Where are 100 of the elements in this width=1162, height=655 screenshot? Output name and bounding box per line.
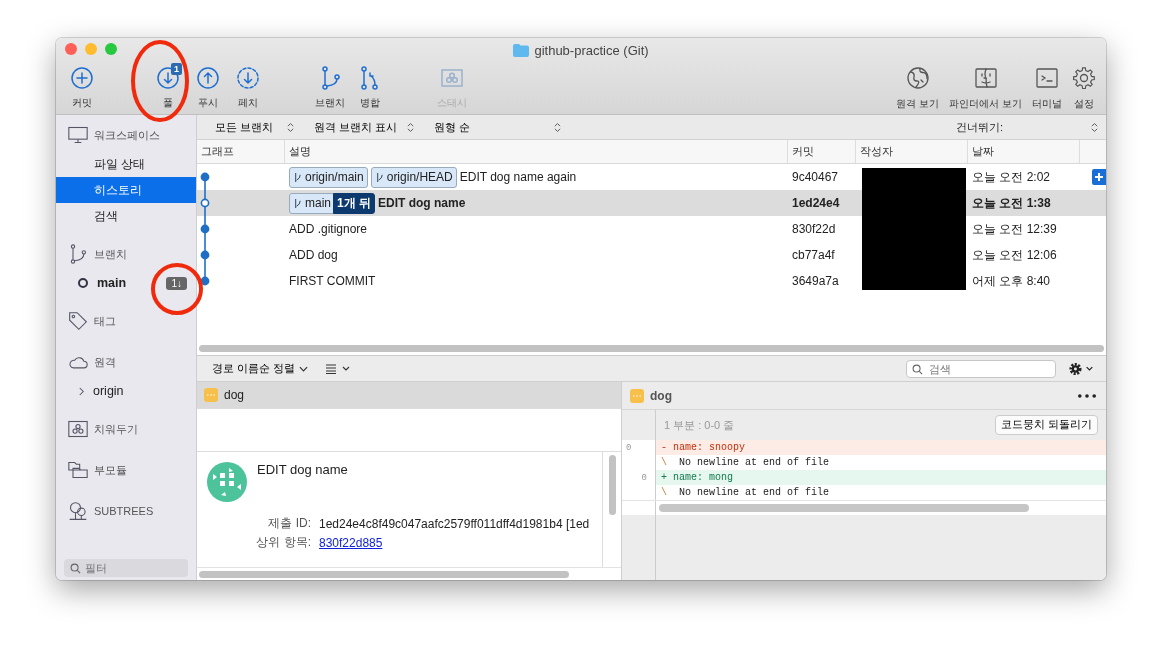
behind-badge: 1개 뒤 (333, 192, 376, 214)
search-icon (912, 363, 923, 375)
diff-file-name: dog (650, 388, 672, 403)
commit-message: FIRST COMMIT (289, 274, 376, 288)
toolbar-button[interactable]: 터미널 (1030, 66, 1064, 111)
list-view-dropdown[interactable] (325, 363, 352, 374)
commit-row[interactable]: FIRST COMMIT 3649a7a 어제 오후 8:40 (197, 268, 1106, 294)
window-title: github-practice (Git) (534, 42, 649, 58)
sidebar-item[interactable]: 파일 상태 (56, 151, 196, 177)
branch-icon (293, 171, 302, 183)
commit-message: ADD dog (289, 248, 338, 262)
folders-icon (67, 460, 89, 480)
modified-icon (630, 388, 644, 403)
filter-dropdown[interactable]: 모든 브랜치 (215, 119, 295, 135)
branch-tag: origin/HEAD (370, 166, 457, 188)
toolbar-button[interactable]: 설정 (1070, 66, 1098, 111)
branch-icon (293, 197, 302, 209)
minimize-button[interactable] (85, 43, 97, 55)
settings-icon (1072, 66, 1096, 90)
revert-hunk-button[interactable]: 코드뭉치 되돌리기 (995, 415, 1098, 435)
toolbar-button[interactable]: 원격 보기 (894, 66, 942, 111)
commit-date: 오늘 오전 12:06 (972, 246, 1057, 264)
toolbar-button[interactable]: 커밋 (62, 66, 102, 110)
horizontal-scrollbar[interactable] (199, 570, 569, 578)
behind-badge: 1↓ (166, 276, 187, 290)
toolbar-button[interactable]: 푸시 (188, 66, 228, 110)
settings-icon[interactable] (1068, 360, 1096, 377)
commit-date: 오늘 오전 2:02 (972, 168, 1051, 186)
commit-hash: cb77a4f (792, 248, 835, 262)
count-badge: 1 (171, 63, 182, 75)
section-label: 부모듈 (94, 462, 127, 478)
sort-dropdown[interactable]: 경로 이름순 정렬 (212, 361, 308, 376)
commit-hash: 830f22d (792, 222, 836, 236)
annotation-circle (150, 262, 204, 316)
column-header[interactable]: 그래프 (197, 140, 285, 163)
toolbar-button[interactable]: 페치 (228, 66, 268, 110)
field-label: 상위 항목: (255, 534, 311, 551)
field-label: 제출 ID: (267, 515, 311, 532)
toolbar-button[interactable]: 브랜치 (310, 66, 350, 110)
filter-dropdown[interactable]: 원형 순 (434, 119, 562, 135)
vertical-scrollbar[interactable] (608, 455, 616, 515)
column-header[interactable]: 작성자 (856, 140, 968, 163)
filter-field[interactable]: 필터 (64, 559, 188, 577)
down-arrow-circle-icon (156, 66, 180, 90)
modified-icon (204, 388, 218, 402)
section-label: 브랜치 (94, 246, 127, 262)
up-arrow-circle-icon (196, 66, 220, 90)
monitor-icon (67, 125, 89, 145)
column-header[interactable]: 설명 (285, 140, 788, 163)
zoom-button[interactable] (105, 43, 117, 55)
search-field[interactable]: 검색 (906, 359, 1056, 378)
terminal-icon (1035, 66, 1059, 90)
close-button[interactable] (65, 43, 77, 55)
line-number: 0 (641, 472, 647, 483)
commit-message: ADD .gitignore (289, 222, 368, 236)
column-header[interactable]: 날짜 (968, 140, 1080, 163)
current-branch-icon (78, 278, 88, 288)
commit-row[interactable]: ADD .gitignore 830f22d 오늘 오전 12:39 (197, 216, 1106, 242)
chevron-icon[interactable] (78, 386, 85, 396)
column-header[interactable]: 커밋 (788, 140, 856, 163)
chevron-icon (298, 365, 308, 372)
commit-hash: 9c40467 (792, 170, 839, 184)
updown-icon[interactable] (1091, 121, 1098, 133)
filter-dropdown[interactable]: 원격 브랜치 표시 (314, 119, 415, 135)
commit-message: EDIT dog name again (459, 170, 577, 184)
commit-hash: 1ed24e4 (792, 196, 840, 210)
sidebar-item[interactable]: 검색 (56, 203, 196, 229)
sidebar-item[interactable]: 히스토리 (56, 177, 196, 203)
more-icon[interactable] (1078, 393, 1096, 398)
search-icon (70, 563, 81, 574)
section-label: 태그 (94, 313, 116, 329)
stash-icon (440, 66, 464, 90)
folder-icon (513, 43, 530, 57)
commit-message: EDIT dog name (378, 196, 466, 210)
skip-label: 건너뛰기: (955, 119, 1003, 135)
file-row[interactable]: dog (197, 382, 621, 409)
field-value: 1ed24e4c8f49c047aafc2579ff011dff4d1981b4 [1ed (319, 516, 590, 531)
finder-icon (973, 66, 998, 90)
horizontal-scrollbar[interactable] (199, 344, 1104, 352)
parent-commit-link[interactable]: 830f22d885 (319, 535, 383, 550)
commit-date: 오늘 오전 1:38 (972, 194, 1051, 212)
updown-icon (407, 121, 415, 133)
toolbar-button[interactable]: 파인더에서 보기 (947, 66, 1024, 111)
plus-circle-icon (70, 66, 94, 90)
commit-date: 오늘 오전 12:39 (972, 220, 1057, 238)
trees-icon (67, 501, 89, 521)
updown-icon (287, 121, 295, 133)
diff-line: \ No newline at end of file (660, 486, 831, 500)
avatar-icon (207, 462, 247, 502)
remote-item[interactable]: origin (93, 384, 124, 398)
branch-item[interactable]: main (97, 276, 127, 290)
horizontal-scrollbar[interactable] (659, 504, 1029, 512)
list-icon (325, 363, 352, 374)
commit-row[interactable]: main 1개 뒤 EDIT dog name 1ed24e4 오늘 오전 1:38 (197, 190, 1106, 216)
toolbar-button[interactable]: 병합 (350, 66, 390, 110)
plus-icon[interactable] (1092, 169, 1106, 185)
globe-icon (905, 66, 930, 90)
branch-tag: main (289, 192, 335, 214)
section-label: SUBTREES (94, 505, 154, 517)
commit-date: 어제 오후 8:40 (972, 272, 1051, 290)
